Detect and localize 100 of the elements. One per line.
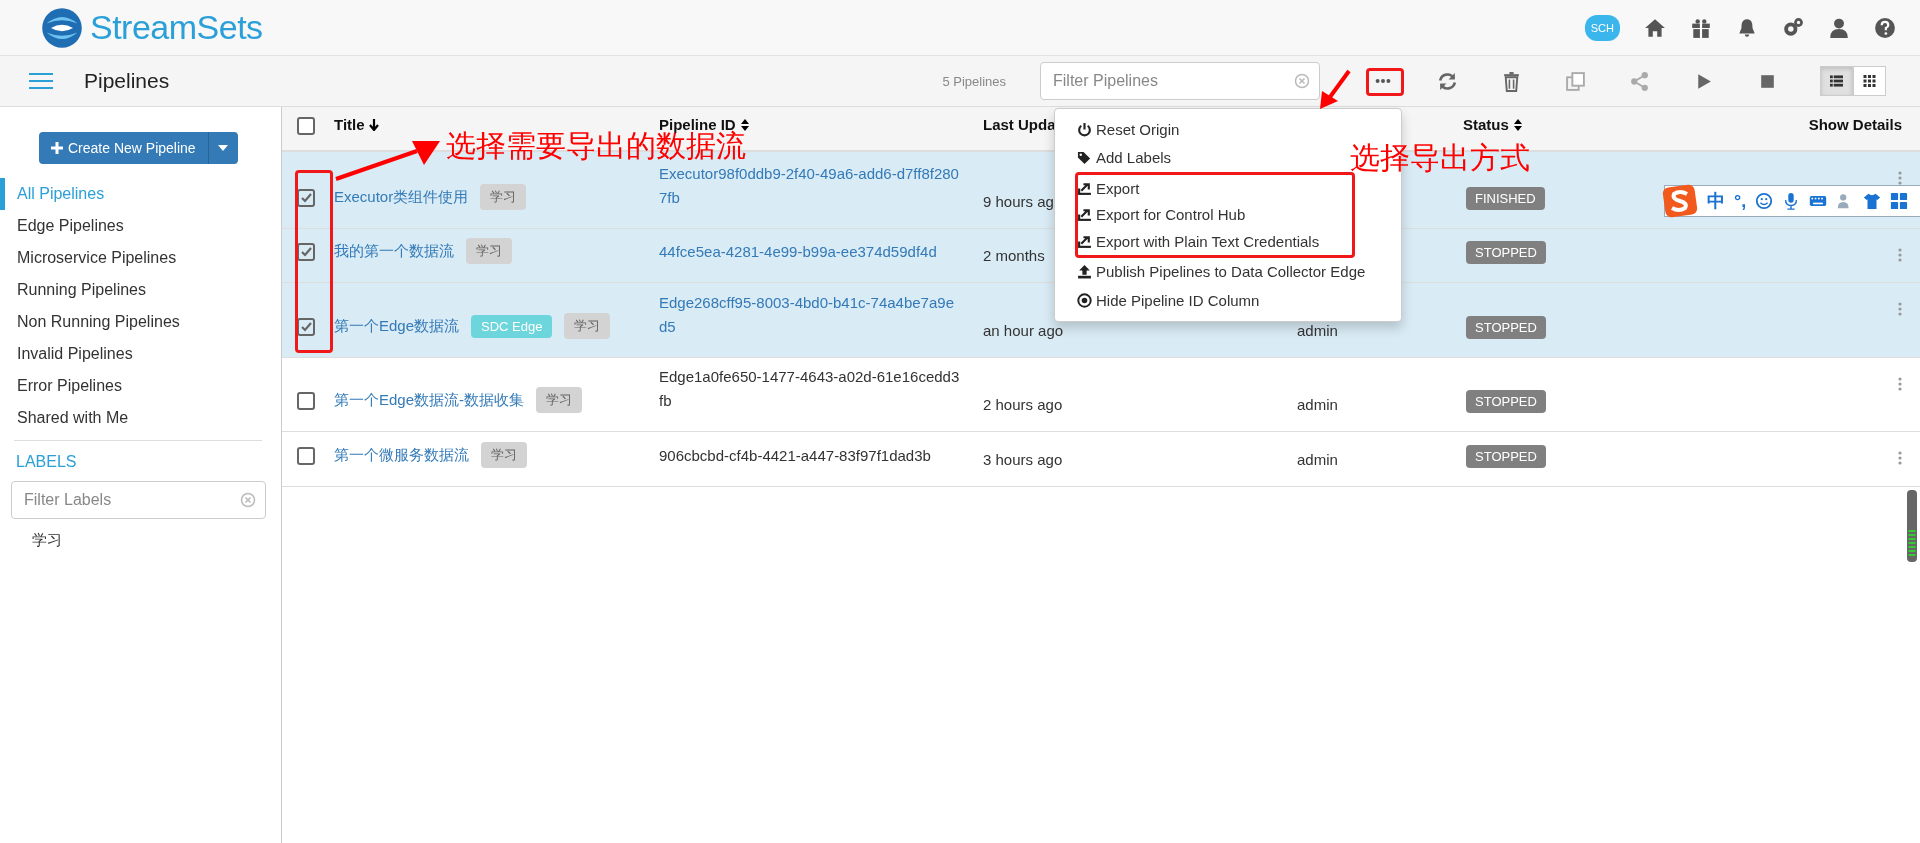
pipeline-id: Edge1a0fe650-1477-4643-a02d-61e16cedd3fb <box>659 368 960 409</box>
logo-text: StreamSets <box>90 8 263 47</box>
export-icon <box>1077 233 1092 249</box>
pipeline-count: 5 Pipelines <box>942 73 1006 89</box>
pipeline-id: 44fce5ea-4281-4e99-b99a-ee374d59df4d <box>659 243 937 260</box>
label-tag: 学习 <box>481 442 527 468</box>
row-checkbox[interactable] <box>297 392 315 410</box>
gift-icon[interactable] <box>1690 16 1712 39</box>
sidebar-item[interactable]: Shared with Me <box>0 402 281 434</box>
page-title: Pipelines <box>84 69 170 93</box>
kebab-menu-icon[interactable] <box>1898 451 1902 465</box>
sidebar-item[interactable]: Microservice Pipelines <box>0 242 281 274</box>
punctuation-toggle[interactable]: °, <box>1734 190 1747 212</box>
grid-view-button[interactable] <box>1853 66 1886 96</box>
menu-item[interactable]: Export <box>1077 175 1140 202</box>
status-badge: FINISHED <box>1466 187 1545 210</box>
status-badge: STOPPED <box>1466 316 1546 339</box>
kebab-menu-icon[interactable] <box>1898 377 1902 391</box>
caret-icon <box>218 145 229 151</box>
menu-item[interactable]: Export for Control Hub <box>1077 201 1246 228</box>
menu-item[interactable]: Hide Pipeline ID Column <box>1077 286 1260 315</box>
sort-down-icon <box>368 119 379 131</box>
sidebar-item[interactable]: Error Pipelines <box>0 370 281 402</box>
column-header: Show Details <box>1807 116 1903 134</box>
last-updated: an hour ago <box>983 322 1064 339</box>
upload-icon <box>1077 264 1092 280</box>
status-badge: STOPPED <box>1466 390 1546 413</box>
menu-item[interactable]: Reset Origin <box>1077 115 1180 144</box>
settings-icon[interactable] <box>1782 16 1804 39</box>
create-dropdown-button[interactable] <box>207 132 238 164</box>
last-updated: 9 hours ag <box>983 193 1054 210</box>
label-item[interactable]: 学习 <box>0 519 281 562</box>
last-updated: 2 hours ago <box>983 396 1063 413</box>
shirt-icon[interactable] <box>1863 192 1882 210</box>
level-meter-drawing <box>1907 490 1917 562</box>
sort-icon <box>1512 119 1523 131</box>
pipeline-title-link[interactable]: 我的第一个数据流 <box>334 241 454 261</box>
select-all-checkbox[interactable] <box>297 117 315 135</box>
check-icon <box>300 321 312 333</box>
menu-item[interactable]: Add Labels <box>1077 143 1172 172</box>
pipeline-title-link[interactable]: 第一个Edge数据流-数据收集 <box>334 390 525 410</box>
filter-field[interactable]: Filter Pipelines <box>1040 62 1320 100</box>
tag-icon <box>1077 150 1092 166</box>
export-icon <box>1077 207 1092 223</box>
sidebar-item[interactable]: Non Running Pipelines <box>0 306 281 338</box>
list-icon <box>1830 75 1843 87</box>
more-icon <box>1374 78 1392 84</box>
label-tag: 学习 <box>536 387 583 413</box>
radio-icon <box>1077 292 1092 308</box>
pipeline-id: Executor98f0ddb9-2f40-49a6-add6-d7ff8f2807fb <box>659 165 959 206</box>
ime-logo-icon[interactable] <box>1662 184 1698 218</box>
owner: admin <box>1297 451 1338 468</box>
annotation-arrow <box>1318 69 1352 111</box>
list-view-button[interactable] <box>1820 66 1853 96</box>
owner: admin <box>1297 322 1338 339</box>
grid-icon <box>1863 75 1876 87</box>
highlight-box <box>1366 68 1404 96</box>
bell-icon[interactable] <box>1736 16 1758 39</box>
row-checkbox[interactable] <box>297 189 315 207</box>
label-tag: 学习 <box>466 238 512 264</box>
owner: admin <box>1297 396 1338 413</box>
status-badge: STOPPED <box>1466 241 1546 264</box>
labels-heading: LABELS <box>15 452 78 472</box>
pipeline-title-link[interactable]: 第一个Edge数据流 <box>334 316 460 336</box>
refresh-icon <box>1436 70 1458 92</box>
copy-icon <box>1564 70 1586 92</box>
pipeline-title-link[interactable]: Executor类组件使用 <box>334 187 469 207</box>
check-icon <box>300 246 312 258</box>
export-icon <box>1077 180 1092 196</box>
last-updated: 3 hours ago <box>983 451 1063 468</box>
grid-icon[interactable] <box>1890 192 1909 210</box>
row-checkbox[interactable] <box>297 447 315 465</box>
label-tag: 学习 <box>480 184 527 210</box>
share-icon <box>1628 70 1650 92</box>
logo-icon <box>40 5 84 50</box>
check-icon <box>300 192 312 204</box>
label-filter-field[interactable]: Filter Labels <box>11 481 266 519</box>
sort-icon <box>739 119 750 131</box>
power-icon <box>1077 121 1092 137</box>
input-mode-toggle[interactable]: 中 <box>1707 189 1725 213</box>
smiley-icon[interactable] <box>1755 192 1774 210</box>
sidebar-item[interactable]: Invalid Pipelines <box>0 338 281 370</box>
plus-icon <box>51 142 63 154</box>
menu-item[interactable]: Export with Plain Text Credentials <box>1077 228 1320 255</box>
row-checkbox[interactable] <box>297 243 315 261</box>
last-updated: 2 months <box>983 247 1045 264</box>
user-icon[interactable] <box>1828 16 1850 39</box>
menu-icon[interactable] <box>28 72 54 90</box>
pipeline-title-link[interactable]: 第一个微服务数据流 <box>334 445 469 465</box>
sidebar-item[interactable]: Edge Pipelines <box>0 210 281 242</box>
label-tag: 学习 <box>564 313 611 339</box>
row-checkbox[interactable] <box>297 318 315 336</box>
create-pipeline-button[interactable]: Create New Pipeline <box>39 132 208 164</box>
sidebar-item[interactable]: Running Pipelines <box>0 274 281 306</box>
menu-item[interactable]: Publish Pipelines to Data Collector Edge <box>1077 257 1366 286</box>
column-header[interactable]: Status <box>1463 116 1790 134</box>
label-tag: SDC Edge <box>471 314 553 338</box>
help-icon[interactable] <box>1874 16 1896 39</box>
pipeline-id: Edge268cff95-8003-4bd0-b41c-74a4be7a9ed5 <box>659 294 954 335</box>
status-badge: STOPPED <box>1466 445 1546 468</box>
